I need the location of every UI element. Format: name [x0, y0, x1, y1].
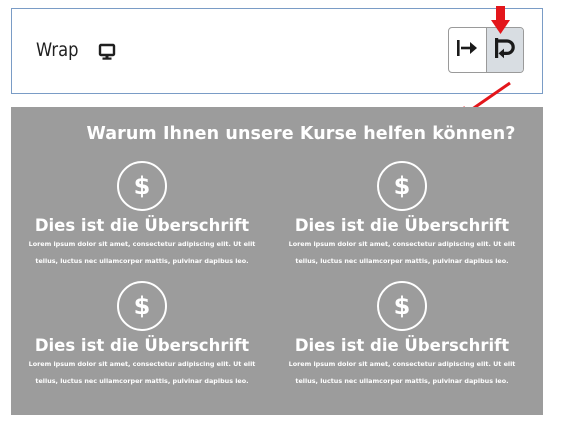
wrap-toggle-group	[448, 27, 524, 73]
dollar-icon: $	[117, 161, 167, 211]
feature-block: $ Dies ist die Überschrift Lorem ipsum d…	[12, 281, 272, 390]
feature-heading: Dies ist die Überschrift	[34, 216, 250, 235]
feature-body: Lorem ipsum dolor sit amet, consectetur …	[288, 360, 516, 385]
feature-heading: Dies ist die Überschrift	[294, 216, 510, 235]
feature-block: $ Dies ist die Überschrift Lorem ipsum d…	[272, 281, 532, 390]
wrap-icon	[492, 35, 518, 66]
feature-heading: Dies ist die Überschrift	[294, 336, 510, 355]
wrap-control-panel: Wrap	[11, 8, 543, 94]
wrap-label: Wrap	[36, 39, 79, 61]
feature-block: $ Dies ist die Überschrift Lorem ipsum d…	[12, 161, 272, 270]
feature-block: $ Dies ist die Überschrift Lorem ipsum d…	[272, 161, 532, 270]
feature-body: Lorem ipsum dolor sit amet, consectetur …	[28, 360, 256, 385]
desktop-monitor-icon[interactable]	[97, 42, 117, 62]
dollar-icon: $	[117, 281, 167, 331]
dollar-icon: $	[377, 281, 427, 331]
feature-body: Lorem ipsum dolor sit amet, consectetur …	[288, 240, 516, 265]
preview-section: Warum Ihnen unsere Kurse helfen können? …	[11, 107, 543, 415]
arrow-right-to-bar-icon	[455, 38, 479, 63]
no-wrap-button[interactable]	[449, 28, 487, 72]
section-title: Warum Ihnen unsere Kurse helfen können?	[86, 124, 516, 144]
feature-body: Lorem ipsum dolor sit amet, consectetur …	[28, 240, 256, 265]
dollar-icon: $	[377, 161, 427, 211]
wrap-button[interactable]	[486, 28, 523, 72]
feature-heading: Dies ist die Überschrift	[34, 336, 250, 355]
